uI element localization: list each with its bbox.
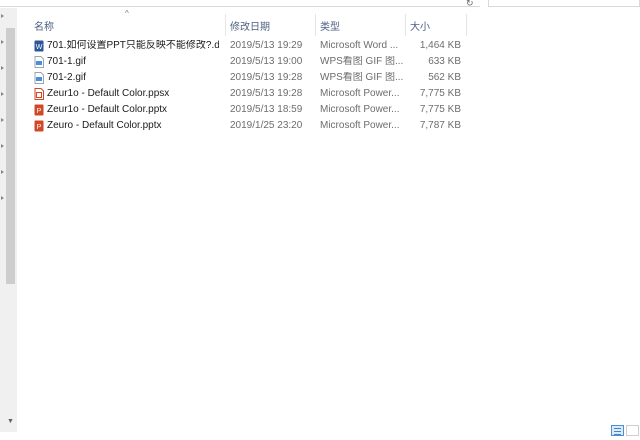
status-bar xyxy=(17,432,640,440)
file-type: Microsoft Word ... xyxy=(320,40,399,51)
file-name: 701-2.gif xyxy=(47,72,86,83)
file-size: 562 KB xyxy=(428,72,461,83)
file-date: 2019/5/13 19:29 xyxy=(230,40,303,51)
file-row[interactable]: Zeur1o - Default Color.ppsx 2019/5/13 19… xyxy=(17,86,477,102)
large-icons-view-button[interactable] xyxy=(626,425,639,436)
file-size: 1,464 KB xyxy=(419,40,461,51)
file-date: 2019/5/13 19:28 xyxy=(230,72,303,83)
expand-arrow-icon[interactable] xyxy=(1,66,4,70)
file-type: Microsoft Power... xyxy=(320,104,400,115)
file-date: 2019/1/25 23:20 xyxy=(230,120,303,131)
column-header-date[interactable]: 修改日期 xyxy=(230,18,270,33)
details-view-icon-line xyxy=(614,434,621,435)
expand-arrow-icon[interactable] xyxy=(1,144,4,148)
powerpoint-file-icon: P xyxy=(34,104,44,116)
file-row[interactable]: 701-1.gif 2019/5/13 19:00 WPS看图 GIF 图...… xyxy=(17,54,477,70)
file-name: Zeur1o - Default Color.pptx xyxy=(47,104,168,115)
gif-image-icon xyxy=(34,56,44,68)
file-name: Zeuro - Default Color.pptx xyxy=(47,120,162,131)
file-date: 2019/5/13 19:00 xyxy=(230,56,303,67)
details-view-button[interactable] xyxy=(611,425,624,436)
top-address-strip: ↻ xyxy=(0,0,640,8)
column-divider[interactable] xyxy=(405,14,406,36)
powerpoint-file-icon: P xyxy=(34,120,44,132)
scroll-down-arrow-icon[interactable]: ▼ xyxy=(7,418,14,426)
svg-text:W: W xyxy=(36,44,43,51)
file-size: 633 KB xyxy=(428,56,461,67)
address-bar[interactable] xyxy=(0,0,480,7)
file-row[interactable]: P Zeuro - Default Color.pptx 2019/1/25 2… xyxy=(17,118,477,134)
column-divider[interactable] xyxy=(225,14,226,36)
word-doc-icon: W xyxy=(34,40,44,52)
vertical-scrollbar[interactable]: ▼ xyxy=(5,8,16,432)
powerpoint-show-icon xyxy=(34,88,44,100)
column-header-type[interactable]: 类型 xyxy=(320,18,340,33)
file-size: 7,787 KB xyxy=(419,120,461,131)
file-size: 7,775 KB xyxy=(419,104,461,115)
file-row[interactable]: P Zeur1o - Default Color.pptx 2019/5/13 … xyxy=(17,102,477,118)
gif-image-icon xyxy=(34,72,44,84)
column-divider[interactable] xyxy=(466,14,467,36)
expand-arrow-icon[interactable] xyxy=(1,118,4,122)
expand-arrow-icon[interactable] xyxy=(1,196,4,200)
details-view-icon xyxy=(614,428,621,429)
file-name: 701.如何设置PPT只能反映不能修改?.d... xyxy=(47,40,219,51)
navigation-pane: ▼ xyxy=(0,8,17,432)
file-name: 701-1.gif xyxy=(47,56,86,67)
file-type: WPS看图 GIF 图... xyxy=(320,72,404,83)
scrollbar-thumb[interactable] xyxy=(6,28,15,284)
file-size: 7,775 KB xyxy=(419,88,461,99)
column-header-row: ^ 名称 修改日期 类型 大小 xyxy=(17,8,640,36)
details-view-icon-line xyxy=(614,431,621,432)
search-input[interactable] xyxy=(488,0,640,7)
file-type: Microsoft Power... xyxy=(320,88,400,99)
expand-arrow-icon[interactable] xyxy=(1,170,4,174)
column-header-name[interactable]: 名称 xyxy=(34,18,54,33)
expand-arrow-icon[interactable] xyxy=(1,14,4,18)
expand-arrow-icon[interactable] xyxy=(1,92,4,96)
file-date: 2019/5/13 18:59 xyxy=(230,104,303,115)
file-row[interactable]: 701-2.gif 2019/5/13 19:28 WPS看图 GIF 图...… xyxy=(17,70,477,86)
file-type: WPS看图 GIF 图... xyxy=(320,56,404,67)
file-date: 2019/5/13 19:28 xyxy=(230,88,303,99)
file-name: Zeur1o - Default Color.ppsx xyxy=(47,88,170,99)
sort-ascending-icon: ^ xyxy=(125,9,129,18)
expand-arrow-icon[interactable] xyxy=(1,40,4,44)
file-list: W 701.如何设置PPT只能反映不能修改?.d... 2019/5/13 19… xyxy=(17,38,477,134)
column-header-size[interactable]: 大小 xyxy=(410,18,430,33)
column-divider[interactable] xyxy=(315,14,316,36)
file-type: Microsoft Power... xyxy=(320,120,400,131)
file-row[interactable]: W 701.如何设置PPT只能反映不能修改?.d... 2019/5/13 19… xyxy=(17,38,477,54)
svg-text:P: P xyxy=(37,124,42,131)
svg-text:P: P xyxy=(37,108,42,115)
